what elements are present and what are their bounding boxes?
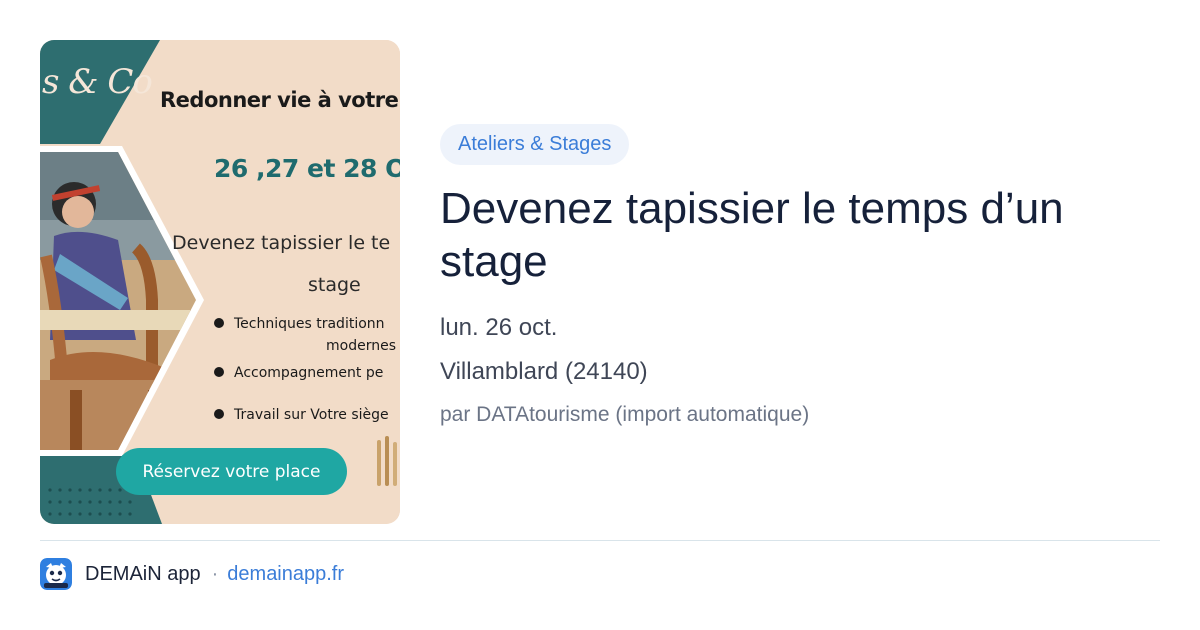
bullet-dot-icon [214,367,224,377]
poster-dates: 26 ,27 et 28 Octo [214,154,400,183]
demain-app-icon [40,558,72,590]
poster-subtitle-line1: Devenez tapissier le te [172,232,391,254]
poster-bullet-continuation: modernes [326,338,396,354]
site-link[interactable]: demainapp.fr [227,563,344,586]
poster-bullet: Accompagnement pe [214,365,383,381]
category-badge[interactable]: Ateliers & Stages [440,124,630,165]
poster-headline: Redonner vie à votre Fa [160,88,400,112]
bullet-dot-icon [214,318,224,328]
event-author: par DATAtourisme (import automatique) [440,403,810,426]
footer-separator: · [211,562,219,585]
poster-subtitle-line2: stage [308,274,361,296]
event-poster-image[interactable]: s & Co Redonner vie à votre Fa 26 ,27 et… [40,40,400,524]
poster-bullet: Techniques traditionn [214,316,385,332]
event-location: Villamblard (24140) [440,358,648,385]
poster-brand-script: s & Co [42,62,153,102]
poster-bullet: Travail sur Votre siège [214,407,389,423]
event-date: lun. 26 oct. [440,314,558,341]
event-title[interactable]: Devenez tapissier le temps d’un stage [440,182,1160,288]
footer-divider [40,540,1160,541]
footer: DEMAiN app · demainapp.fr [40,558,344,590]
poster-reserve-button: Réservez votre place [116,448,347,495]
app-name: DEMAiN app [85,562,201,585]
bullet-dot-icon [214,409,224,419]
